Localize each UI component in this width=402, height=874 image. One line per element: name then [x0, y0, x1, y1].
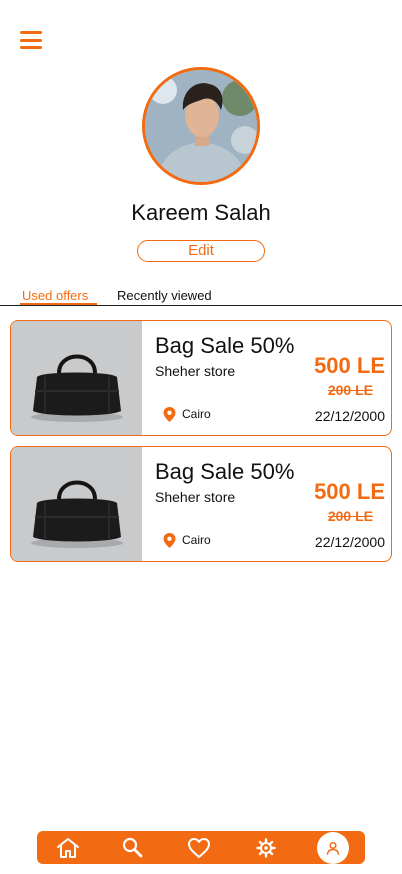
store-name: Sheher store [155, 363, 236, 379]
duffel-bag-image [11, 321, 142, 435]
offer-location: Cairo [182, 533, 211, 547]
offer-date: 22/12/2000 [314, 408, 385, 424]
avatar [142, 67, 260, 185]
search-icon [122, 837, 143, 857]
duffel-bag-image [11, 447, 142, 561]
offer-price: 500 LE [314, 353, 385, 378]
tabs-divider [0, 305, 402, 306]
settings-gear-icon [256, 837, 276, 858]
offer-price: 500 LE [314, 479, 385, 504]
edit-profile-button[interactable]: Edit [137, 240, 265, 262]
offer-card[interactable]: Bag Sale 50% Sheher store 500 LE 200 LE … [10, 446, 392, 562]
location-pin-icon [163, 407, 176, 422]
profile-icon [326, 841, 340, 855]
offer-title: Bag Sale 50% [155, 459, 295, 484]
tab-used-offers[interactable]: Used offers [22, 288, 88, 303]
profile-name: Kareem Salah [131, 200, 271, 225]
heart-icon [188, 837, 210, 858]
tab-recently-viewed[interactable]: Recently viewed [117, 288, 212, 303]
nav-home[interactable] [48, 831, 88, 864]
nav-search[interactable] [113, 831, 153, 864]
offer-date: 22/12/2000 [314, 534, 385, 550]
nav-settings[interactable] [246, 831, 286, 864]
offer-card[interactable]: Bag Sale 50% Sheher store 500 LE 200 LE … [10, 320, 392, 436]
location-pin-icon [163, 533, 176, 548]
offer-old-price: 200 LE [327, 508, 373, 524]
store-name: Sheher store [155, 489, 236, 505]
nav-favorites[interactable] [179, 831, 219, 864]
home-icon [57, 837, 79, 858]
offer-title: Bag Sale 50% [155, 333, 295, 358]
offer-old-price: 200 LE [327, 382, 373, 398]
nav-profile[interactable] [313, 831, 353, 864]
offer-location: Cairo [182, 407, 211, 421]
hamburger-menu-icon[interactable] [20, 31, 42, 49]
bottom-nav [37, 831, 365, 864]
